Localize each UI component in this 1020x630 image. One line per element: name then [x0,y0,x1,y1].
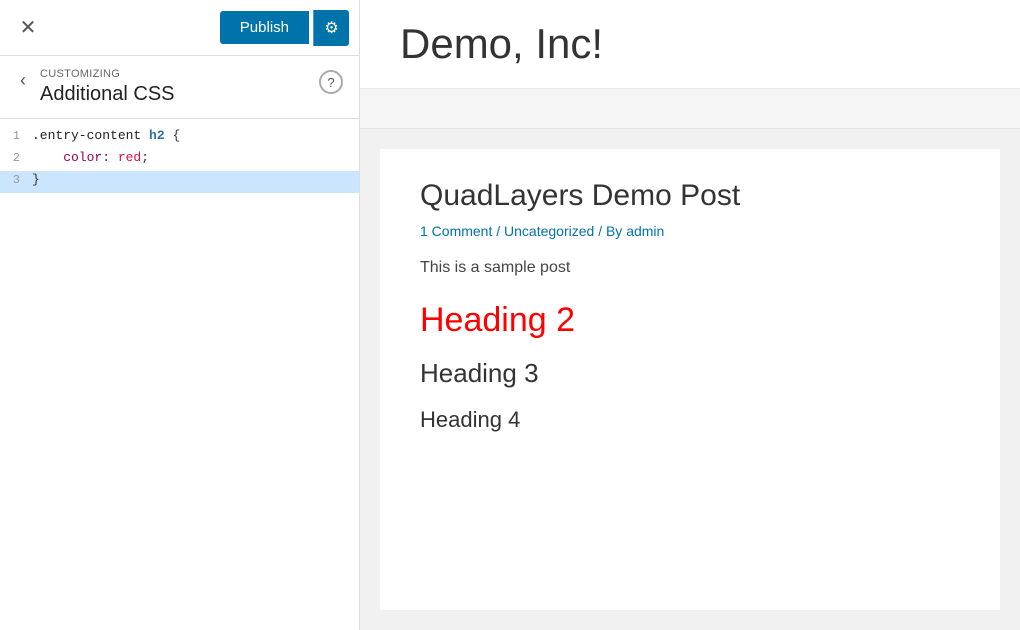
site-title: Demo, Inc! [400,20,980,68]
close-button[interactable]: ✕ [10,10,46,46]
nav-bar [360,89,1020,129]
customizer-panel: ✕ Publish ⚙ ‹ Customizing Additional CSS… [0,0,360,630]
line-content-3: } [32,172,359,187]
section-title: Additional CSS [40,83,309,106]
site-header: Demo, Inc! [360,0,1020,89]
code-line-2: 2 color: red; [0,149,359,171]
preview-panel: Demo, Inc! QuadLayers Demo Post 1 Commen… [360,0,1020,630]
customizing-label: Customizing [40,68,309,80]
code-lines: 1 .entry-content h2 { 2 color: red; 3 } [0,119,359,201]
top-bar: ✕ Publish ⚙ [0,0,359,56]
main-content: QuadLayers Demo Post 1 Comment / Uncateg… [380,149,1000,610]
line-number-2: 2 [0,151,32,165]
publish-area: Publish ⚙ [220,10,349,46]
heading-3: Heading 3 [420,358,960,389]
line-content-2: color: red; [32,150,359,165]
post-title: QuadLayers Demo Post [420,179,960,213]
code-line-1: 1 .entry-content h2 { [0,127,359,149]
help-button[interactable]: ? [319,70,343,94]
post-meta: 1 Comment / Uncategorized / By admin [420,223,960,239]
post-excerpt: This is a sample post [420,259,960,277]
heading-4: Heading 4 [420,407,960,433]
line-content-1: .entry-content h2 { [32,128,359,143]
breadcrumb-bar: ‹ Customizing Additional CSS ? [0,56,359,119]
breadcrumb-text: Customizing Additional CSS [40,68,309,106]
back-button[interactable]: ‹ [16,70,30,91]
publish-button[interactable]: Publish [220,11,309,44]
css-code-editor[interactable]: 1 .entry-content h2 { 2 color: red; 3 } [0,119,359,630]
line-number-1: 1 [0,129,32,143]
settings-button[interactable]: ⚙ [313,10,349,46]
code-line-3: 3 } [0,171,359,193]
heading-2: Heading 2 [420,301,960,340]
line-number-3: 3 [0,173,32,187]
